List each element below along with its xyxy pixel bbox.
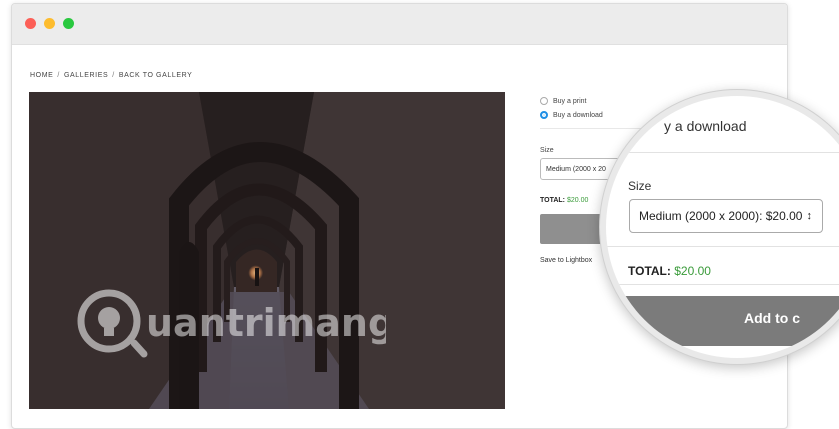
close-window-button[interactable] xyxy=(25,18,36,29)
maximize-window-button[interactable] xyxy=(63,18,74,29)
magnified-size-value: Medium (2000 x 2000): $20.00 xyxy=(639,209,803,223)
add-to-cart-label: Add to c xyxy=(744,310,800,326)
select-arrows-icon: ↕ xyxy=(806,210,812,222)
option-label: Buy a download xyxy=(553,111,603,119)
divider xyxy=(606,152,839,153)
title-bar xyxy=(12,4,787,45)
divider xyxy=(606,246,839,247)
radio-button-selected[interactable] xyxy=(540,111,548,119)
gallery-photo[interactable] xyxy=(29,92,505,409)
divider xyxy=(606,284,839,285)
total-label: TOTAL: xyxy=(540,197,566,204)
radio-button[interactable] xyxy=(540,97,548,105)
breadcrumb-galleries-link[interactable]: GALLERIES xyxy=(64,72,108,79)
magnified-size-label: Size xyxy=(628,179,652,193)
archway-photo xyxy=(29,92,505,409)
magnified-add-to-cart-button[interactable]: Add to c xyxy=(606,296,839,346)
watermark-text: uantrimang xyxy=(146,301,386,345)
breadcrumb-separator: / xyxy=(112,72,115,79)
lightbulb-q-icon xyxy=(77,289,148,358)
magnified-size-select[interactable]: Medium (2000 x 2000): $20.00 ↕ xyxy=(629,199,823,233)
breadcrumb-home-link[interactable]: HOME xyxy=(30,72,53,79)
magnified-download-option: y a download xyxy=(664,118,747,134)
total-price: $20.00 xyxy=(674,264,711,278)
total-label: TOTAL: xyxy=(628,264,671,278)
minimize-window-button[interactable] xyxy=(44,18,55,29)
total-price: $20.00 xyxy=(566,197,589,204)
breadcrumb-back-link[interactable]: BACK TO GALLERY xyxy=(119,72,193,79)
option-label: Buy a print xyxy=(553,97,587,105)
magnifier-lens: y a download Size Medium (2000 x 2000): … xyxy=(606,96,839,358)
watermark-logo: uantrimang xyxy=(77,289,386,358)
magnified-total-line: TOTAL: $20.00 xyxy=(628,264,711,278)
breadcrumb: HOME / GALLERIES / BACK TO GALLERY xyxy=(30,72,192,79)
breadcrumb-separator: / xyxy=(57,72,60,79)
